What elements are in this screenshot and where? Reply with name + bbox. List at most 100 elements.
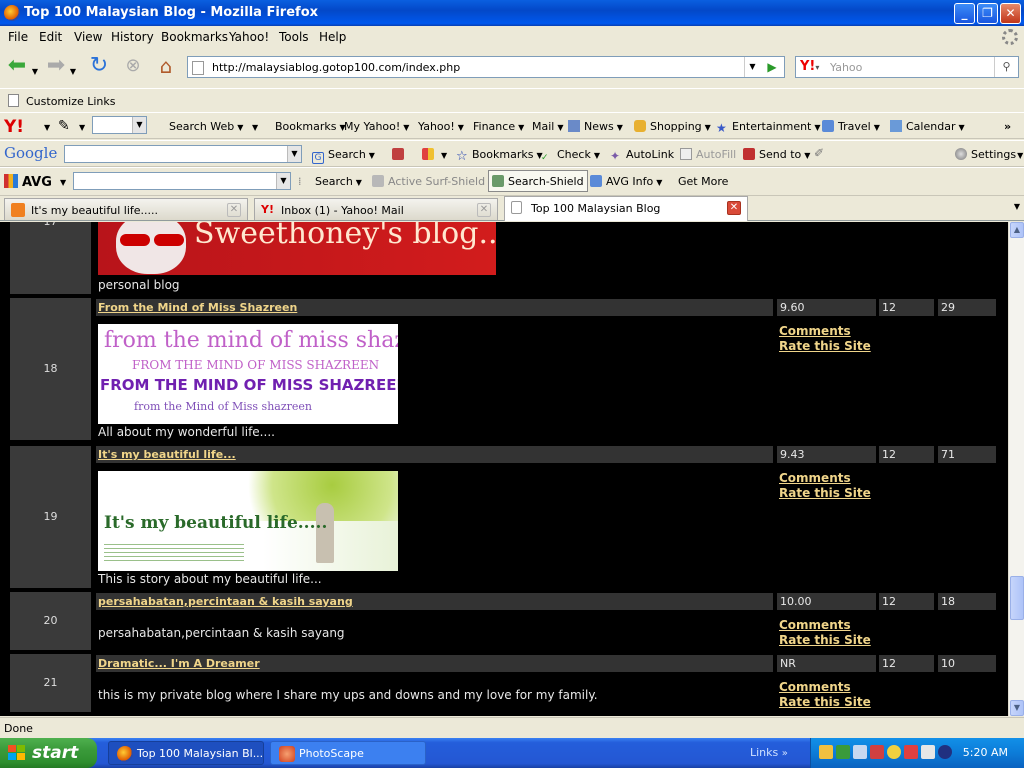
start-button[interactable]: start bbox=[0, 738, 97, 768]
avg-logo[interactable]: AVG bbox=[4, 174, 52, 190]
google-autofill[interactable]: AutoFill bbox=[680, 148, 736, 161]
avg-menu-dropdown[interactable]: ▼ bbox=[60, 178, 66, 187]
yahoo-my-yahoo[interactable]: My Yahoo! ▼ bbox=[344, 120, 409, 133]
avg-search-shield[interactable]: Search-Shield bbox=[488, 170, 588, 192]
close-tab-icon[interactable]: ✕ bbox=[227, 203, 241, 217]
folder-tray-icon[interactable] bbox=[819, 745, 833, 759]
google-search-input[interactable]: ▼ bbox=[64, 145, 302, 163]
pencil-icon[interactable]: ✎ bbox=[58, 118, 70, 134]
blog-banner[interactable]: Sweethoney's blog... bbox=[98, 222, 496, 275]
highlighter-icon[interactable]: ✐ bbox=[814, 146, 824, 160]
blog-title-link[interactable]: From the Mind of Miss Shazreen bbox=[98, 301, 297, 314]
yahoo-menu-dropdown[interactable]: ▼ bbox=[44, 123, 50, 132]
scrollbar-thumb[interactable] bbox=[1010, 576, 1024, 620]
task-firefox[interactable]: Top 100 Malaysian Bl... bbox=[108, 741, 264, 765]
avg-tray-icon[interactable] bbox=[938, 745, 952, 759]
minimize-button[interactable]: _ bbox=[954, 3, 975, 24]
forward-icon[interactable]: ➡ bbox=[43, 55, 69, 78]
blog-title-link[interactable]: Dramatic... I'm A Dreamer bbox=[98, 657, 260, 670]
avg-search[interactable]: Search ▼ bbox=[315, 175, 362, 188]
yahoo-news[interactable]: News ▼ bbox=[568, 120, 623, 133]
blog-banner[interactable]: It's my beautiful life..... bbox=[98, 471, 398, 571]
yahoo-search-box[interactable]: Y!▾ Yahoo ⚲ bbox=[795, 56, 1019, 78]
yahoo-yahoo[interactable]: Yahoo! ▼ bbox=[418, 120, 464, 133]
reload-icon[interactable]: ↻ bbox=[86, 55, 112, 78]
comments-link[interactable]: Comments bbox=[779, 680, 871, 695]
comments-link[interactable]: Comments bbox=[779, 618, 871, 633]
messenger-tray-icon[interactable] bbox=[887, 745, 901, 759]
security-tray-icon[interactable] bbox=[904, 745, 918, 759]
back-history-dropdown[interactable]: ▼ bbox=[30, 62, 40, 84]
comments-link[interactable]: Comments bbox=[779, 471, 871, 486]
close-tab-icon[interactable]: ✕ bbox=[727, 201, 741, 215]
yahoo-finance[interactable]: Finance ▼ bbox=[473, 120, 524, 133]
home-icon[interactable]: ⌂ bbox=[153, 56, 179, 78]
yahoo-search-web[interactable]: Search Web ▼ bbox=[169, 120, 243, 133]
menu-yahoo[interactable]: Yahoo! bbox=[229, 30, 269, 44]
menu-edit[interactable]: Edit bbox=[39, 30, 62, 44]
yahoo-mail[interactable]: Mail ▼ bbox=[532, 120, 564, 133]
url-bar[interactable]: http://malaysiablog.gotop100.com/index.p… bbox=[187, 56, 785, 78]
google-news-icon[interactable] bbox=[392, 148, 408, 161]
yahoo-engine-icon[interactable]: Y!▾ bbox=[800, 59, 819, 74]
menu-tools[interactable]: Tools bbox=[279, 30, 309, 44]
tab-yahoo-mail[interactable]: Y! Inbox (1) - Yahoo! Mail ✕ bbox=[254, 198, 498, 220]
yahoo-travel[interactable]: Travel ▼ bbox=[822, 120, 880, 133]
menu-help[interactable]: Help bbox=[319, 30, 346, 44]
yahoo-entertainment[interactable]: ★ Entertainment ▼ bbox=[716, 120, 821, 135]
close-tab-icon[interactable]: ✕ bbox=[477, 203, 491, 217]
links-toolbar[interactable]: Links » bbox=[750, 746, 788, 759]
rate-site-link[interactable]: Rate this Site bbox=[779, 695, 871, 710]
tab-list-dropdown[interactable]: ▼ bbox=[1014, 202, 1020, 211]
tool-tray-icon[interactable] bbox=[870, 745, 884, 759]
scroll-up-icon[interactable]: ▲ bbox=[1010, 222, 1024, 238]
stop-icon[interactable]: ⊗ bbox=[120, 56, 146, 78]
comments-link[interactable]: Comments bbox=[779, 324, 871, 339]
restore-button[interactable]: ❐ bbox=[977, 3, 998, 24]
google-spellcheck[interactable]: ✓ Check ▼ bbox=[541, 148, 600, 165]
avg-search-input[interactable]: ▼ bbox=[73, 172, 291, 190]
mail-tray-icon[interactable] bbox=[921, 745, 935, 759]
customize-links[interactable]: Customize Links bbox=[26, 95, 116, 108]
go-icon[interactable]: ▶ bbox=[762, 57, 782, 77]
yahoo-logo-icon[interactable]: Y! bbox=[4, 117, 24, 137]
menu-file[interactable]: File bbox=[8, 30, 28, 44]
google-logo[interactable]: Google bbox=[4, 144, 57, 162]
pencil-dropdown[interactable]: ▼ bbox=[79, 123, 85, 132]
blog-banner[interactable]: from the mind of miss shazreen FROM THE … bbox=[98, 324, 398, 424]
blog-title-link[interactable]: It's my beautiful life... bbox=[98, 448, 236, 461]
tab-top100-malaysian-blog[interactable]: Top 100 Malaysian Blog ✕ bbox=[504, 196, 748, 221]
google-send-to[interactable]: Send to ▼ bbox=[743, 148, 810, 161]
yahoo-bookmarks[interactable]: Bookmarks ▼ bbox=[275, 120, 346, 133]
google-gadgets-icon[interactable]: ▼ bbox=[422, 148, 447, 161]
google-bookmarks[interactable]: ☆ Bookmarks ▼ bbox=[456, 148, 543, 164]
task-photoscape[interactable]: PhotoScape bbox=[270, 741, 426, 765]
yahoo-more-dropdown[interactable]: ▼ bbox=[252, 123, 258, 132]
app-tray-icon[interactable] bbox=[853, 745, 867, 759]
tab-beautiful-life[interactable]: It's my beautiful life..... ✕ bbox=[4, 198, 248, 220]
url-history-dropdown[interactable]: ▼ bbox=[744, 57, 760, 77]
forward-history-dropdown[interactable]: ▼ bbox=[68, 62, 78, 84]
back-icon[interactable]: ⬅ bbox=[4, 55, 30, 78]
search-icon[interactable]: ⚲ bbox=[994, 57, 1018, 77]
scroll-down-icon[interactable]: ▼ bbox=[1010, 700, 1024, 716]
toolbar-overflow-icon[interactable]: » bbox=[1004, 120, 1011, 133]
google-autolink[interactable]: ✦ AutoLink bbox=[610, 148, 674, 163]
menu-bookmarks[interactable]: Bookmarks bbox=[161, 30, 228, 44]
blog-title-link[interactable]: persahabatan,percintaan & kasih sayang bbox=[98, 595, 353, 608]
menu-view[interactable]: View bbox=[74, 30, 102, 44]
menu-history[interactable]: History bbox=[111, 30, 154, 44]
close-button[interactable]: ✕ bbox=[1000, 3, 1021, 24]
google-settings[interactable]: Settings▼ bbox=[955, 148, 1023, 161]
avg-get-more[interactable]: Get More bbox=[678, 175, 728, 188]
yahoo-shopping[interactable]: Shopping ▼ bbox=[634, 120, 711, 133]
yahoo-search-input[interactable]: ▼ bbox=[92, 116, 147, 134]
rate-site-link[interactable]: Rate this Site bbox=[779, 486, 871, 501]
yahoo-calendar[interactable]: Calendar ▼ bbox=[890, 120, 965, 133]
vertical-scrollbar[interactable]: ▲ ▼ bbox=[1008, 222, 1024, 716]
avg-info[interactable]: AVG Info ▼ bbox=[590, 175, 662, 188]
network-tray-icon[interactable] bbox=[836, 745, 850, 759]
rate-site-link[interactable]: Rate this Site bbox=[779, 339, 871, 354]
avg-active-surf-shield[interactable]: Active Surf-Shield bbox=[372, 175, 485, 188]
google-search[interactable]: G Search ▼ bbox=[312, 148, 375, 164]
